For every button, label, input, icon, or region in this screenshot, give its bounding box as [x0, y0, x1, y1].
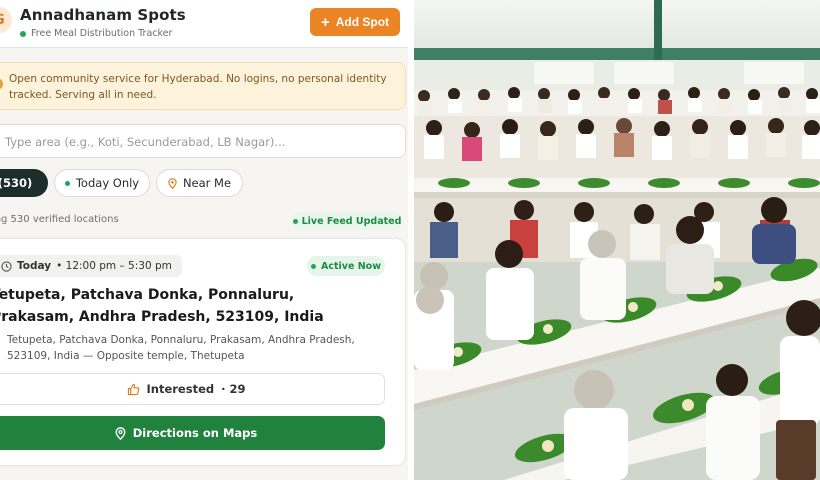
live-dot-icon: [292, 218, 298, 224]
active-dot-icon: [311, 263, 316, 269]
directions-label: Directions on Maps: [132, 426, 258, 440]
meal-hall-illustration: [414, 0, 820, 480]
directions-button[interactable]: Directions on Maps: [0, 416, 385, 450]
active-now-badge: Active Now: [307, 256, 385, 276]
clock-icon: [1, 260, 12, 272]
today-dot-icon: [64, 180, 70, 186]
add-spot-button[interactable]: + Add Spot: [310, 8, 400, 36]
results-meta: ving 530 verified locations Live Feed Up…: [0, 212, 406, 230]
search-input[interactable]: [5, 132, 385, 152]
filter-near-label: Near Me: [182, 176, 232, 190]
thumbs-up-icon: [127, 383, 139, 395]
time-day: Today: [17, 260, 52, 272]
map-pin-icon: [115, 426, 126, 440]
time-range: • 12:00 pm – 5:30 pm: [56, 260, 172, 272]
app-subtitle: Free Meal Distribution Tracker: [20, 28, 172, 39]
filter-all-label: ll (530): [0, 176, 33, 190]
spot-card: Today • 12:00 pm – 5:30 pm Active Now Te…: [0, 238, 406, 466]
location-pin-icon: [168, 177, 177, 189]
active-now-label: Active Now: [321, 260, 381, 272]
status-dot-icon: [20, 30, 26, 37]
plus-icon: +: [320, 13, 330, 31]
interested-count: · 29: [221, 382, 246, 396]
search-box[interactable]: [0, 124, 406, 158]
live-feed-badge: Live Feed Updated: [292, 212, 402, 230]
time-badge: Today • 12:00 pm – 5:30 pm: [0, 255, 182, 277]
app-logo: G: [0, 7, 12, 33]
results-count: ving 530 verified locations: [0, 214, 119, 225]
community-notice: Open community service for Hyderabad. No…: [0, 62, 406, 110]
live-feed-label: Live Feed Updated: [301, 215, 402, 227]
add-spot-label: Add Spot: [335, 15, 390, 29]
spot-address: Tetupeta, Patchava Donka, Ponnaluru, Pra…: [7, 334, 355, 362]
app-panel: G Annadhanam Spots Free Meal Distributio…: [0, 0, 408, 480]
filter-chip-today[interactable]: Today Only: [54, 169, 150, 197]
community-meal-photo: [414, 0, 820, 480]
spot-title: Tetupeta, Patchava Donka, Ponnaluru, Pra…: [0, 287, 324, 325]
info-icon: [0, 78, 3, 90]
filter-chip-near-me[interactable]: Near Me: [156, 169, 243, 197]
app-title: Annadhanam Spots: [20, 6, 186, 24]
interested-label: Interested: [146, 382, 215, 396]
notice-text: Open community service for Hyderabad. No…: [9, 73, 387, 101]
app-subtitle-text: Free Meal Distribution Tracker: [31, 28, 173, 39]
interested-button[interactable]: Interested · 29: [0, 373, 385, 405]
filter-today-label: Today Only: [75, 176, 140, 190]
filter-chip-all[interactable]: ll (530): [0, 169, 48, 197]
app-header: G Annadhanam Spots Free Meal Distributio…: [0, 0, 408, 48]
